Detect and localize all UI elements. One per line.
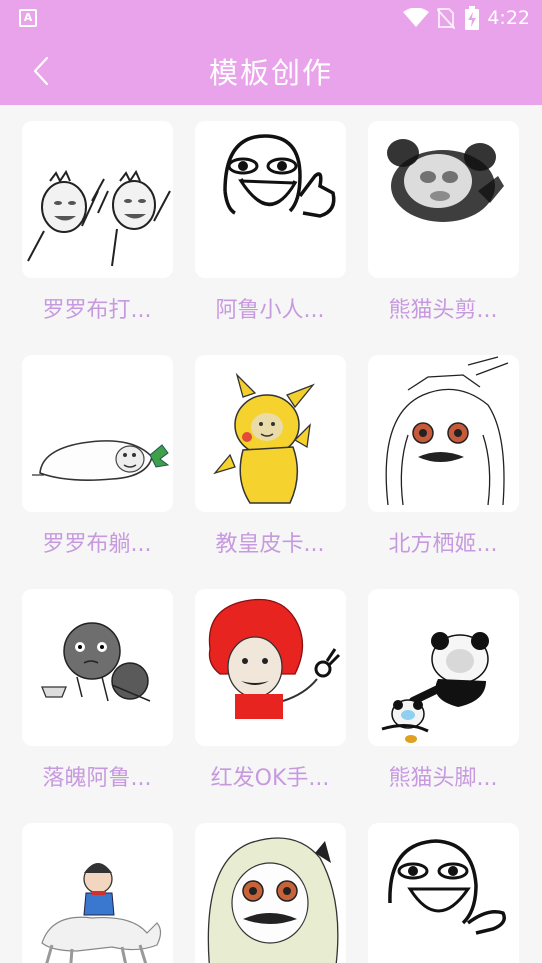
wifi-icon — [403, 8, 430, 28]
anime-girl-image — [385, 356, 509, 506]
no-sim-icon — [437, 7, 456, 29]
panda-kick-image — [381, 632, 489, 743]
template-label-9: 熊猫头脚... — [388, 766, 498, 791]
template-card-6[interactable] — [368, 355, 519, 512]
template-card-3[interactable] — [368, 121, 519, 278]
stick-face-thumbs-up-image — [223, 134, 336, 218]
red-hair-ok-image — [208, 598, 341, 719]
template-card-9[interactable] — [368, 589, 519, 746]
template-label-3: 熊猫头剪... — [388, 298, 498, 323]
template-label-1: 罗罗布打... — [42, 298, 152, 323]
template-card-8[interactable] — [195, 589, 346, 746]
template-card-11[interactable] — [195, 823, 346, 963]
blurred-panda-image — [387, 139, 504, 222]
template-label-5: 教皇皮卡... — [215, 532, 325, 557]
template-card-7[interactable] — [22, 589, 173, 746]
status-time: 4:22 — [487, 7, 530, 29]
status-bar: A 4:22 — [0, 0, 542, 36]
battery-charging-icon — [465, 6, 480, 30]
template-label-7: 落魄阿鲁... — [42, 766, 152, 791]
template-label-8: 红发OK手... — [210, 766, 330, 791]
template-card-2[interactable] — [195, 121, 346, 278]
stick-face-pointing-image — [388, 839, 506, 935]
template-label-6: 北方栖姬... — [388, 532, 498, 557]
template-card-1[interactable] — [22, 121, 173, 278]
rage-faces-image — [27, 169, 171, 267]
template-card-4[interactable] — [22, 355, 173, 512]
radish-lying-image — [32, 440, 170, 481]
app-notification-icon: A — [19, 9, 37, 27]
template-label-2: 阿鲁小人... — [215, 298, 325, 323]
page-title: 模板创作 — [208, 56, 333, 90]
status-icons: 4:22 — [403, 6, 530, 30]
app-header: A 4:22 模板创作 — [0, 0, 542, 105]
template-grid: 罗罗布打... 阿鲁小人... 熊猫头剪... 罗罗布躺... 教皇皮卡... … — [0, 105, 542, 963]
sad-ball-image — [41, 622, 151, 702]
template-card-5[interactable] — [195, 355, 346, 512]
template-card-10[interactable] — [22, 823, 173, 963]
template-card-12[interactable] — [368, 823, 519, 963]
template-label-4: 罗罗布躺... — [42, 532, 152, 557]
anime-girl-mustache-image — [207, 837, 339, 963]
boy-horse-image — [41, 863, 162, 963]
pikachu-image — [213, 372, 316, 504]
